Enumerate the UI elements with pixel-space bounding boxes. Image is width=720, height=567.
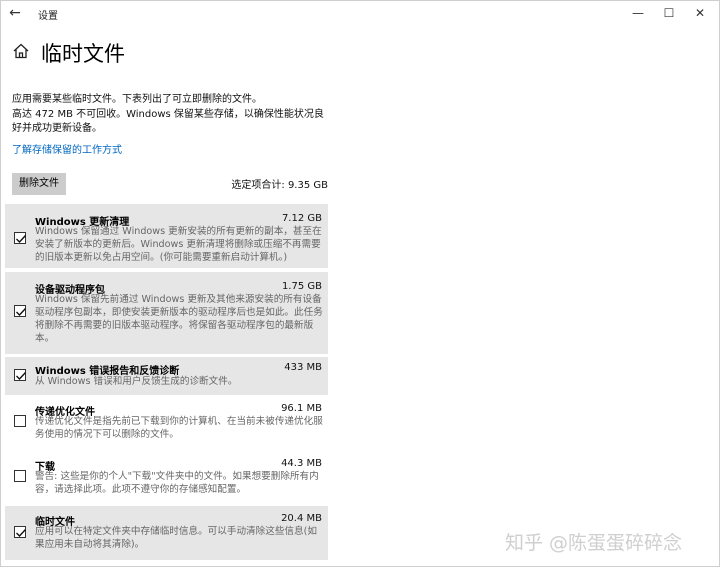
description-text: 应用需要某些临时文件。下表列出了可立即删除的文件。 (12, 94, 262, 105)
checkbox[interactable] (14, 526, 27, 538)
checkbox[interactable] (14, 305, 27, 317)
item-size: 44.3 MB (281, 458, 322, 469)
learn-storage-link[interactable]: 了解存储保留的工作方式 (12, 141, 122, 156)
list-item[interactable]: Windows 更新清理 7.12 GB Windows 保留通过 Window… (5, 204, 328, 268)
app-title: 设置 (38, 11, 58, 22)
item-description: 从 Windows 错误和用户反馈生成的诊断文件。 (35, 376, 238, 387)
reserved-storage-text: 高达 472 MB 不可回收。Windows 保留某些存储，以确保性能状况良好并… (12, 109, 324, 134)
back-arrow-icon[interactable]: ← (6, 4, 24, 22)
checkbox[interactable] (14, 232, 27, 244)
list-item[interactable]: 临时文件 20.4 MB 应用可以在特定文件夹中存储临时信息。可以手动清除这些信… (5, 506, 328, 560)
checkmark-icon (16, 308, 27, 317)
checkmark-icon (16, 372, 27, 381)
item-description: 传递优化文件是指先前已下载到你的计算机、在当前未被传递优化服务使用的情况下可以删… (35, 416, 323, 440)
home-icon (13, 43, 29, 59)
item-size: 20.4 MB (281, 513, 322, 524)
item-description: 应用可以在特定文件夹中存储临时信息。可以手动清除这些信息(如果应用未自动将其清除… (35, 526, 317, 550)
item-description: 警告: 这些是你的个人"下载"文件夹中的文件。如果想要删除所有内容，请选择此项。… (35, 471, 319, 495)
item-description: Windows 保留先前通过 Windows 更新及其他来源安装的所有设备驱动程… (35, 294, 323, 344)
item-size: 1.75 GB (281, 281, 322, 292)
checkbox[interactable] (14, 415, 26, 427)
item-size: 433 MB (284, 362, 322, 373)
watermark: 知乎 @陈蛋蛋碎碎念 (505, 532, 683, 554)
item-description: Windows 保留通过 Windows 更新安装的所有更新的副本，甚至在安装了… (35, 226, 322, 263)
close-icon[interactable]: ✕ (690, 4, 710, 22)
item-size: 7.12 GB (281, 213, 322, 224)
delete-files-button[interactable]: 删除文件 (12, 173, 66, 195)
minimize-icon[interactable]: — (628, 4, 648, 22)
page-title: 临时文件 (41, 42, 125, 66)
list-item[interactable]: 下载 44.3 MB 警告: 这些是你的个人"下载"文件夹中的文件。如果想要删除… (5, 454, 328, 504)
maximize-icon[interactable]: ☐ (659, 4, 679, 22)
checkbox[interactable] (14, 369, 27, 381)
list-item[interactable]: Windows 错误报告和反馈诊断 433 MB 从 Windows 错误和用户… (5, 357, 328, 395)
checkmark-icon (16, 529, 27, 538)
list-item[interactable]: 设备驱动程序包 1.75 GB Windows 保留先前通过 Windows 更… (5, 272, 328, 354)
selected-total: 选定项合计: 9.35 GB (231, 180, 328, 191)
list-item[interactable]: 传递优化文件 96.1 MB 传递优化文件是指先前已下载到你的计算机、在当前未被… (5, 399, 328, 449)
item-size: 96.1 MB (281, 403, 322, 414)
checkbox[interactable] (14, 470, 26, 482)
checkmark-icon (16, 235, 27, 244)
title-bar: ← 设置 — ☐ ✕ (0, 0, 720, 26)
